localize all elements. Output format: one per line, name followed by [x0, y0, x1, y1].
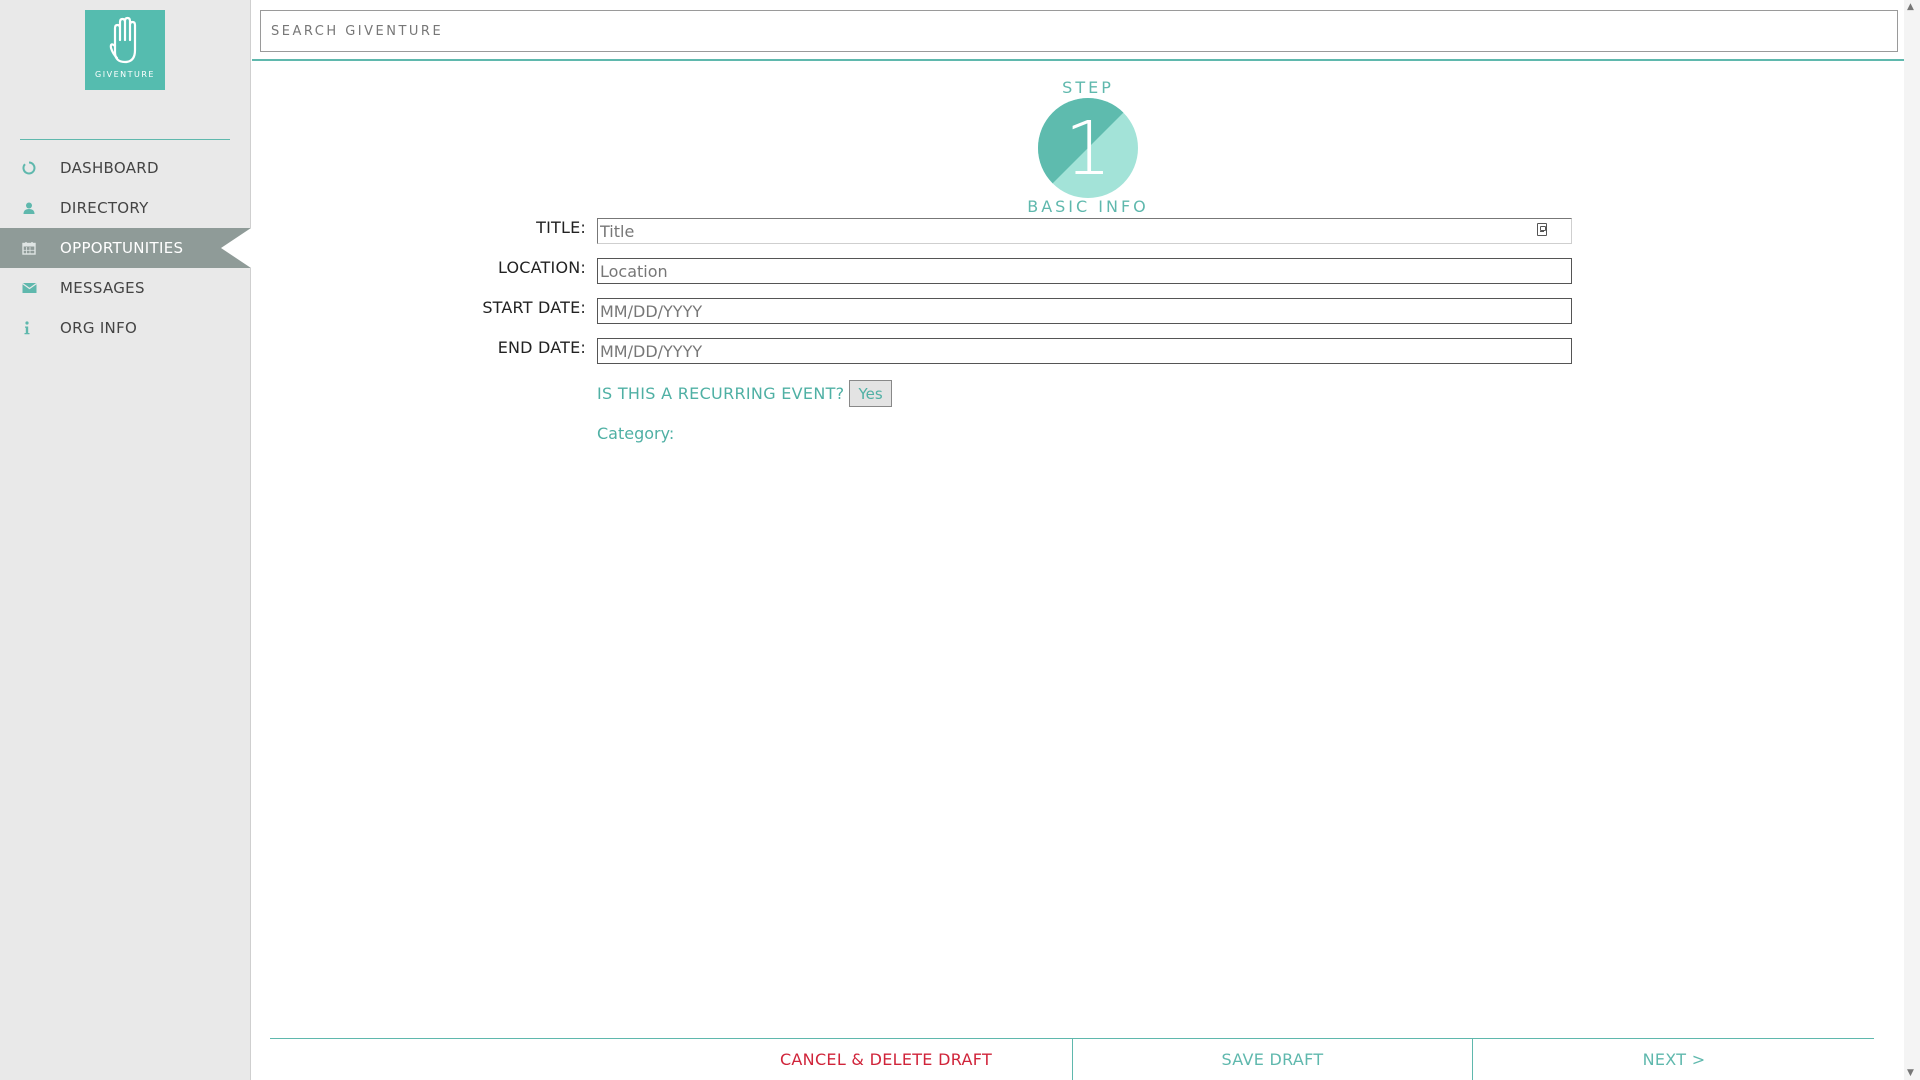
end-date-input[interactable]	[597, 338, 1572, 364]
end-date-label: END DATE:	[497, 338, 586, 357]
info-icon	[0, 321, 60, 335]
title-input[interactable]	[597, 218, 1572, 244]
sidebar-item-label: OPPORTUNITIES	[60, 239, 184, 257]
location-input[interactable]	[597, 258, 1572, 284]
scroll-up-icon[interactable]: ▲	[1907, 2, 1914, 12]
hand-icon	[109, 16, 137, 64]
step-number-badge: 1	[1038, 98, 1138, 198]
page-scrollbar[interactable]: ▲ ▼	[1904, 0, 1920, 1080]
sidebar-item-label: DIRECTORY	[60, 199, 149, 217]
next-button[interactable]: NEXT >	[1473, 1039, 1875, 1080]
header-divider	[252, 59, 1904, 61]
cancel-delete-draft-button[interactable]: CANCEL & DELETE DRAFT	[700, 1039, 1072, 1080]
step-indicator: STEP 1 BASIC INFO	[1018, 78, 1158, 216]
start-date-label: START DATE:	[482, 298, 586, 317]
sidebar-item-label: ORG INFO	[60, 319, 138, 337]
dashboard-circle-icon	[0, 161, 60, 175]
search-bar	[260, 10, 1898, 52]
sidebar: GIVENTURE DASHBOARD DIRECTORY OPPORTUNIT…	[0, 0, 251, 1080]
step-label: STEP	[1062, 78, 1114, 97]
logo-text: GIVENTURE	[95, 70, 155, 79]
category-label: Category:	[597, 424, 675, 443]
sidebar-item-label: DASHBOARD	[60, 159, 159, 177]
envelope-icon	[0, 282, 60, 294]
save-draft-button[interactable]: SAVE DRAFT	[1073, 1039, 1472, 1080]
sidebar-item-directory[interactable]: DIRECTORY	[0, 188, 251, 228]
recurring-row: IS THIS A RECURRING EVENT? Yes	[597, 380, 892, 407]
user-icon	[0, 201, 60, 215]
sidebar-item-dashboard[interactable]: DASHBOARD	[0, 148, 251, 188]
sidebar-divider	[20, 139, 230, 140]
step-subtitle: BASIC INFO	[1027, 197, 1149, 216]
autofill-contact-icon[interactable]	[1537, 223, 1547, 236]
sidebar-item-messages[interactable]: MESSAGES	[0, 268, 251, 308]
step-number: 1	[1064, 106, 1111, 192]
sidebar-nav: DASHBOARD DIRECTORY OPPORTUNITIES MESSAG…	[0, 148, 251, 348]
sidebar-item-opportunities[interactable]: OPPORTUNITIES	[0, 228, 251, 268]
calendar-icon	[0, 241, 60, 255]
location-label: LOCATION:	[497, 258, 586, 277]
recurring-yes-button[interactable]: Yes	[849, 380, 892, 407]
recurring-label: IS THIS A RECURRING EVENT?	[597, 384, 845, 403]
giventure-logo[interactable]: GIVENTURE	[85, 10, 165, 90]
sidebar-item-label: MESSAGES	[60, 279, 145, 297]
title-label: TITLE:	[536, 218, 586, 237]
scroll-down-icon[interactable]: ▼	[1907, 1068, 1914, 1078]
search-input[interactable]	[261, 11, 1897, 51]
sidebar-item-org-info[interactable]: ORG INFO	[0, 308, 251, 348]
start-date-input[interactable]	[597, 298, 1572, 324]
